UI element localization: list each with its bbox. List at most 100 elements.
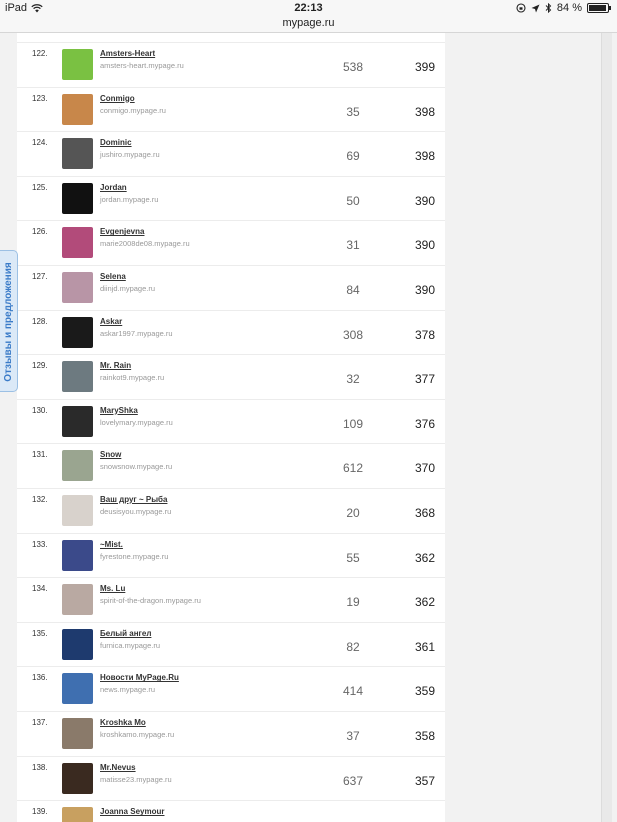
user-name-link[interactable]: Snow (100, 450, 121, 459)
user-name-link[interactable]: Dominic (100, 138, 132, 147)
rank-number: 134. (32, 584, 48, 594)
rating-value: 358 (414, 729, 435, 743)
user-name-link[interactable]: Ms. Lu (100, 584, 125, 593)
feedback-tab[interactable]: Отзывы и предложения (0, 250, 18, 392)
avatar[interactable] (62, 718, 93, 749)
list-item[interactable]: 136. Новости MyPage.Ru news.mypage.ru 414 35… (17, 666, 445, 710)
list-item[interactable]: 139. Joanna Seymour (17, 800, 445, 822)
entries-count: 69 (346, 149, 360, 164)
rank-number: 138. (32, 762, 48, 772)
list-item[interactable]: 126. Evgenjevna marie2008de08.mypage.ru 31 3… (17, 220, 445, 264)
user-site: marie2008de08.mypage.ru (100, 239, 190, 249)
avatar[interactable] (62, 584, 93, 616)
list-item[interactable]: 128. Askar askar1997.mypage.ru 308 378 (17, 309, 445, 354)
user-site: fyrestone.mypage.ru (100, 551, 169, 561)
list-item[interactable]: 129. Mr. Rain rainkot9.mypage.ru 32 377 (17, 354, 445, 398)
list-item[interactable]: 134. Ms. Lu spirit-of-the-dragon.mypage.ru… (17, 577, 445, 621)
avatar[interactable] (62, 272, 93, 303)
avatar[interactable] (62, 807, 93, 822)
avatar[interactable] (62, 762, 93, 794)
user-name-link[interactable]: MaryShka (100, 406, 138, 415)
list-item[interactable]: 124. Dominic jushiro.mypage.ru 69 398 (17, 131, 445, 175)
list-item[interactable]: 135. Белый ангел furnica.mypage.ru 82 361 (17, 621, 445, 666)
entries-count: 32 (346, 372, 360, 387)
entries-count: 37 (346, 729, 360, 743)
user-site: news.mypage.ru (100, 685, 156, 695)
avatar[interactable] (62, 405, 93, 437)
avatar[interactable] (62, 93, 93, 125)
user-site: snowsnow.mypage.ru (100, 462, 173, 472)
avatar[interactable] (62, 316, 93, 348)
user-name-link[interactable]: Kroshka Mo (100, 718, 146, 727)
user-site: kroshkamo.mypage.ru (100, 730, 175, 739)
rating-value: 362 (414, 595, 435, 610)
avatar[interactable] (62, 49, 93, 80)
rating-value: 378 (414, 327, 435, 342)
page-scrollbar[interactable] (601, 33, 612, 822)
rank-number: 122. (32, 49, 48, 58)
rating-value: 398 (414, 149, 435, 164)
list-item[interactable]: 123. Conmigo conmigo.mypage.ru 35 398 (17, 86, 445, 131)
user-name-link[interactable]: ~Mist. (100, 540, 123, 549)
entries-count: 637 (342, 773, 364, 788)
entries-count: 612 (342, 461, 364, 476)
avatar[interactable] (62, 361, 93, 393)
user-name-link[interactable]: Selena (100, 272, 126, 281)
avatar[interactable] (62, 539, 93, 571)
avatar[interactable] (62, 628, 93, 660)
user-site: matisse23.mypage.ru (100, 774, 172, 784)
address-bar[interactable]: mypage.ru (0, 16, 617, 33)
list-item[interactable]: 127. Selena diinjd.mypage.ru 84 390 (17, 265, 445, 309)
rating-value: 398 (414, 104, 435, 119)
avatar[interactable] (62, 673, 93, 705)
user-name-link[interactable]: Mr. Rain (100, 361, 131, 370)
rank-number: 136. (32, 673, 48, 683)
ranking-list: 122. Amsters-Heart amsters-heart.mypage.ru… (17, 33, 445, 822)
list-item[interactable]: 138. Mr.Nevus matisse23.mypage.ru 637 357 (17, 755, 445, 800)
user-name-link[interactable]: Белый ангел (100, 629, 151, 638)
entries-count: 538 (342, 60, 364, 74)
user-name-link[interactable]: Conmigo (100, 94, 135, 103)
user-site: jushiro.mypage.ru (100, 150, 160, 160)
rating-value: 357 (414, 773, 435, 788)
rotation-lock-icon (516, 3, 526, 13)
rating-value: 361 (414, 639, 435, 654)
entries-count: 50 (346, 193, 360, 208)
list-item[interactable]: 132. Ваш друг ~ Рыба deusisyou.mypage.ru 20… (17, 488, 445, 532)
rating-value: 390 (414, 238, 435, 253)
user-name-link[interactable]: Evgenjevna (100, 227, 144, 236)
avatar[interactable] (62, 138, 93, 170)
rating-value: 377 (414, 372, 435, 387)
list-item[interactable]: 130. MaryShka lovelymary.mypage.ru 109 376 (17, 398, 445, 443)
rank-number: 133. (32, 539, 48, 549)
feedback-label: Отзывы и предложения (3, 262, 14, 382)
user-site: askar1997.mypage.ru (100, 328, 173, 338)
avatar[interactable] (62, 182, 93, 214)
rating-value: 362 (414, 550, 435, 565)
list-item[interactable]: 137. Kroshka Mo kroshkamo.mypage.ru 37 358 (17, 711, 445, 755)
rank-number: 139. (32, 807, 48, 817)
avatar[interactable] (62, 495, 93, 526)
avatar[interactable] (62, 227, 93, 259)
user-name-link[interactable]: Joanna Seymour (100, 807, 164, 816)
rank-number: 126. (32, 227, 48, 237)
user-name-link[interactable]: Amsters-Heart (100, 49, 155, 58)
user-site: rainkot9.mypage.ru (100, 373, 165, 383)
user-name-link[interactable]: Ваш друг ~ Рыба (100, 495, 167, 504)
rating-value: 370 (414, 461, 435, 476)
user-site: diinjd.mypage.ru (100, 284, 156, 293)
user-name-link[interactable]: Новости MyPage.Ru (100, 673, 179, 682)
entries-count: 20 (346, 506, 360, 520)
battery-percent: 84 % (556, 2, 582, 14)
list-item[interactable]: 125. Jordan jordan.mypage.ru 50 390 (17, 175, 445, 220)
rank-number: 129. (32, 361, 48, 371)
list-item[interactable]: 133. ~Mist. fyrestone.mypage.ru 55 362 (17, 532, 445, 577)
user-name-link[interactable]: Mr.Nevus (100, 763, 136, 772)
rank-number: 123. (32, 93, 48, 103)
user-name-link[interactable]: Jordan (100, 183, 127, 192)
list-item[interactable]: 131. Snow snowsnow.mypage.ru 612 370 (17, 443, 445, 487)
list-item[interactable]: 122. Amsters-Heart amsters-heart.mypage.ru… (17, 42, 445, 86)
user-name-link[interactable]: Askar (100, 317, 122, 326)
avatar[interactable] (62, 450, 93, 482)
rating-value: 390 (414, 283, 435, 297)
